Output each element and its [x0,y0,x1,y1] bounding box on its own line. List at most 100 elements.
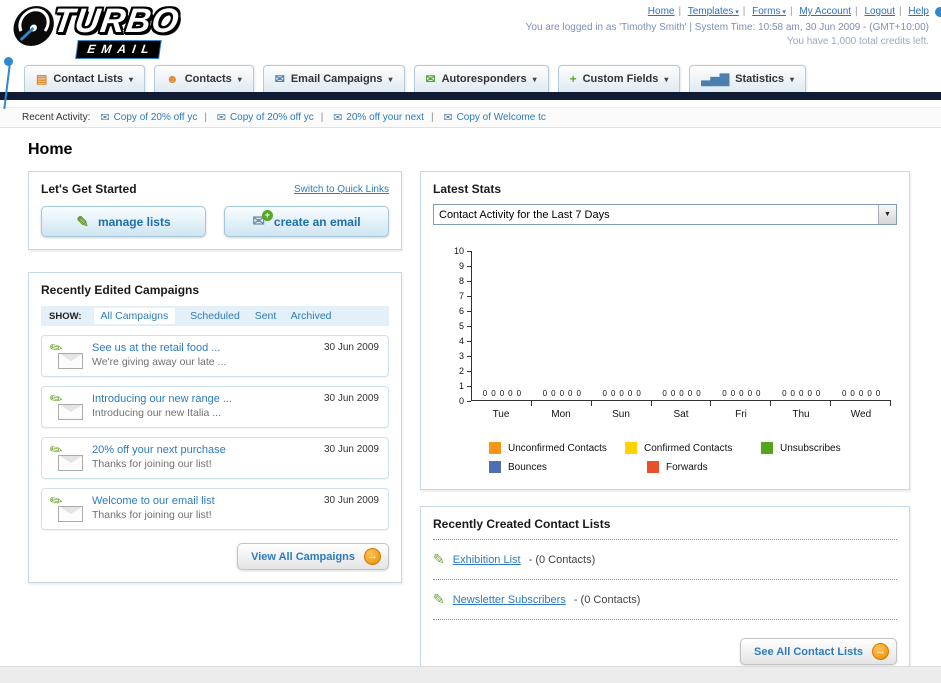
legend-swatch [489,442,501,454]
manage-lists-button[interactable]: ✎ manage lists [41,206,206,237]
legend-confirmed-contacts: Confirmed Contacts [625,442,761,454]
bar-value-label: 0 [491,389,496,398]
dotted-divider [433,579,897,580]
edit-campaign-icon: ✎ [47,389,83,421]
chart-group-mon: 00000 [532,389,592,406]
bar-value-label: 0 [559,389,565,398]
main-nav-tabs: ▤ Contact Lists ▾ ☻ Contacts ▾ ✉ Email C… [0,64,941,92]
contact-list-link[interactable]: Newsletter Subscribers [453,594,566,606]
campaign-list: ✎ See us at the retail food ... We're gi… [41,335,389,530]
campaign-subtitle: We're giving away our late ... [92,356,227,368]
recent-activity-items: ✉ Copy of 20% off yc | ✉ Copy of 20% off… [100,112,546,124]
contact-list-item[interactable]: ✎ Exhibition List - (0 Contacts) [433,548,897,571]
campaign-list-item[interactable]: ✎ Welcome to our email list Thanks for j… [41,488,389,530]
recent-campaigns-panel: Recently Edited Campaigns SHOW: All Camp… [28,272,402,583]
chart-group-sat: 00000 [652,389,712,406]
custom-fields-icon: + [569,72,577,86]
bar-value-label: 0 [687,389,693,398]
tab-autoresponders[interactable]: ✉ Autoresponders ▾ [413,65,549,92]
chart-group-thu: 00000 [771,389,832,406]
chart-legend: Unconfirmed Contacts Confirmed Contacts … [489,442,897,473]
tab-custom-fields[interactable]: + Custom Fields ▾ [557,65,681,92]
get-started-panel: Let's Get Started Switch to Quick Links … [28,171,402,250]
chart-group-sun: 00000 [592,389,652,406]
bar-value-label: 0 [619,389,624,398]
top-nav-logout[interactable]: Logout [864,6,895,17]
see-all-contact-lists-button[interactable]: See All Contact Lists → [739,638,897,665]
autoresponders-icon: ✉ [425,72,436,86]
footer-strip [0,666,941,683]
credits-status: You have 1,000 total credits left. [787,36,929,47]
campaign-date: 30 Jun 2009 [323,444,379,455]
bar-value-label: 0 [499,389,505,398]
bar-value-label: 0 [662,389,667,398]
recent-activity-link[interactable]: Copy of Welcome tc [457,112,546,123]
filter-sent[interactable]: Sent [255,310,277,322]
bar-value-label: 0 [815,389,821,398]
legend-bounces: Bounces [489,461,647,473]
chevron-down-icon: ▾ [664,74,669,84]
contact-activity-chart: 10 9 8 7 6 5 4 3 2 1 0 000000000000000000000000000… [447,246,891,420]
tab-contact-lists[interactable]: ▤ Contact Lists ▾ [24,65,146,92]
switch-quick-links-link[interactable]: Switch to Quick Links [294,184,389,195]
legend-swatch [489,461,501,473]
x-axis-label: Mon [551,409,571,420]
chevron-down-icon: ▾ [780,9,786,16]
bar-value-label: 0 [636,389,641,398]
stats-period-select[interactable]: Contact Activity for the Last 7 Days ▼ [433,204,897,225]
main-content: Home Let's Get Started Switch to Quick L… [0,141,941,678]
contact-list-item[interactable]: ✎ Newsletter Subscribers - (0 Contacts) [433,588,897,611]
chevron-down-icon: ▾ [733,9,739,16]
chart-y-axis: 10 9 8 7 6 5 4 3 2 1 0 [447,246,471,406]
view-all-campaigns-button[interactable]: View All Campaigns → [237,543,389,570]
legend-swatch [647,461,659,473]
recent-activity-link[interactable]: 20% off your next [346,112,424,123]
bar-value-label: 0 [782,389,787,398]
campaign-list-item[interactable]: ✎ Introducing our new range ... Introduc… [41,386,389,428]
bar-value-label: 0 [482,389,488,398]
chevron-down-icon: ▾ [532,74,537,84]
campaign-title-link[interactable]: See us at the retail food ... [92,342,315,354]
chevron-down-icon: ▾ [388,74,393,84]
top-nav-my-account[interactable]: My Account [799,6,851,17]
recent-contact-lists-panel: Recently Created Contact Lists ✎ Exhibit… [420,506,910,678]
bar-value-label: 0 [610,389,616,398]
bar-value-label: 0 [756,389,761,398]
chart-plot-area: 00000000000000000000000000000000000 [471,251,891,406]
email-icon: ✉ [443,112,453,124]
campaign-title-link[interactable]: 20% off your next purchase [92,444,315,456]
dotted-divider [433,619,897,620]
campaign-list-item[interactable]: ✎ See us at the retail food ... We're gi… [41,335,389,377]
filter-scheduled[interactable]: Scheduled [190,310,240,322]
recent-activity-link[interactable]: Copy of 20% off yc [114,112,198,123]
campaign-title-link[interactable]: Introducing our new range ... [92,393,315,405]
latest-stats-title: Latest Stats [433,182,502,196]
arrow-right-icon: → [872,643,889,660]
envelope-plus-icon: ✉ + [252,210,273,229]
chart-x-axis: Tue Mon Sun Sat Fri Thu Wed [471,409,891,420]
filter-all-campaigns[interactable]: All Campaigns [93,308,176,324]
contact-list-link[interactable]: Exhibition List [453,554,521,566]
top-nav-home[interactable]: Home [648,6,675,17]
chart-group-fri: 00000 [711,389,772,406]
bar-value-label: 0 [875,389,881,398]
contact-list-count: - (0 Contacts) [573,593,641,606]
top-nav-forms[interactable]: Forms ▾ [752,6,786,17]
bar-value-label: 0 [799,389,804,398]
campaign-list-item[interactable]: ✎ 20% off your next purchase Thanks for … [41,437,389,479]
bar-value-label: 0 [841,389,847,398]
bar-value-label: 0 [790,389,795,398]
legend-swatch [761,442,773,454]
bar-value-label: 0 [696,389,701,398]
create-email-button[interactable]: ✉ + create an email [224,206,389,237]
recent-activity-link[interactable]: Copy of 20% off yc [230,112,314,123]
campaign-title-link[interactable]: Welcome to our email list [92,495,315,507]
logo: TURBO EMAIL [6,2,182,58]
tab-email-campaigns[interactable]: ✉ Email Campaigns ▾ [262,65,405,92]
filter-archived[interactable]: Archived [291,310,332,322]
top-nav-templates[interactable]: Templates ▾ [688,6,739,17]
tab-statistics[interactable]: ▃▅▇ Statistics ▾ [689,65,807,92]
tab-contacts[interactable]: ☻ Contacts ▾ [154,65,254,92]
nav-divider-bar [0,92,941,100]
top-nav-help[interactable]: Help [908,6,929,17]
